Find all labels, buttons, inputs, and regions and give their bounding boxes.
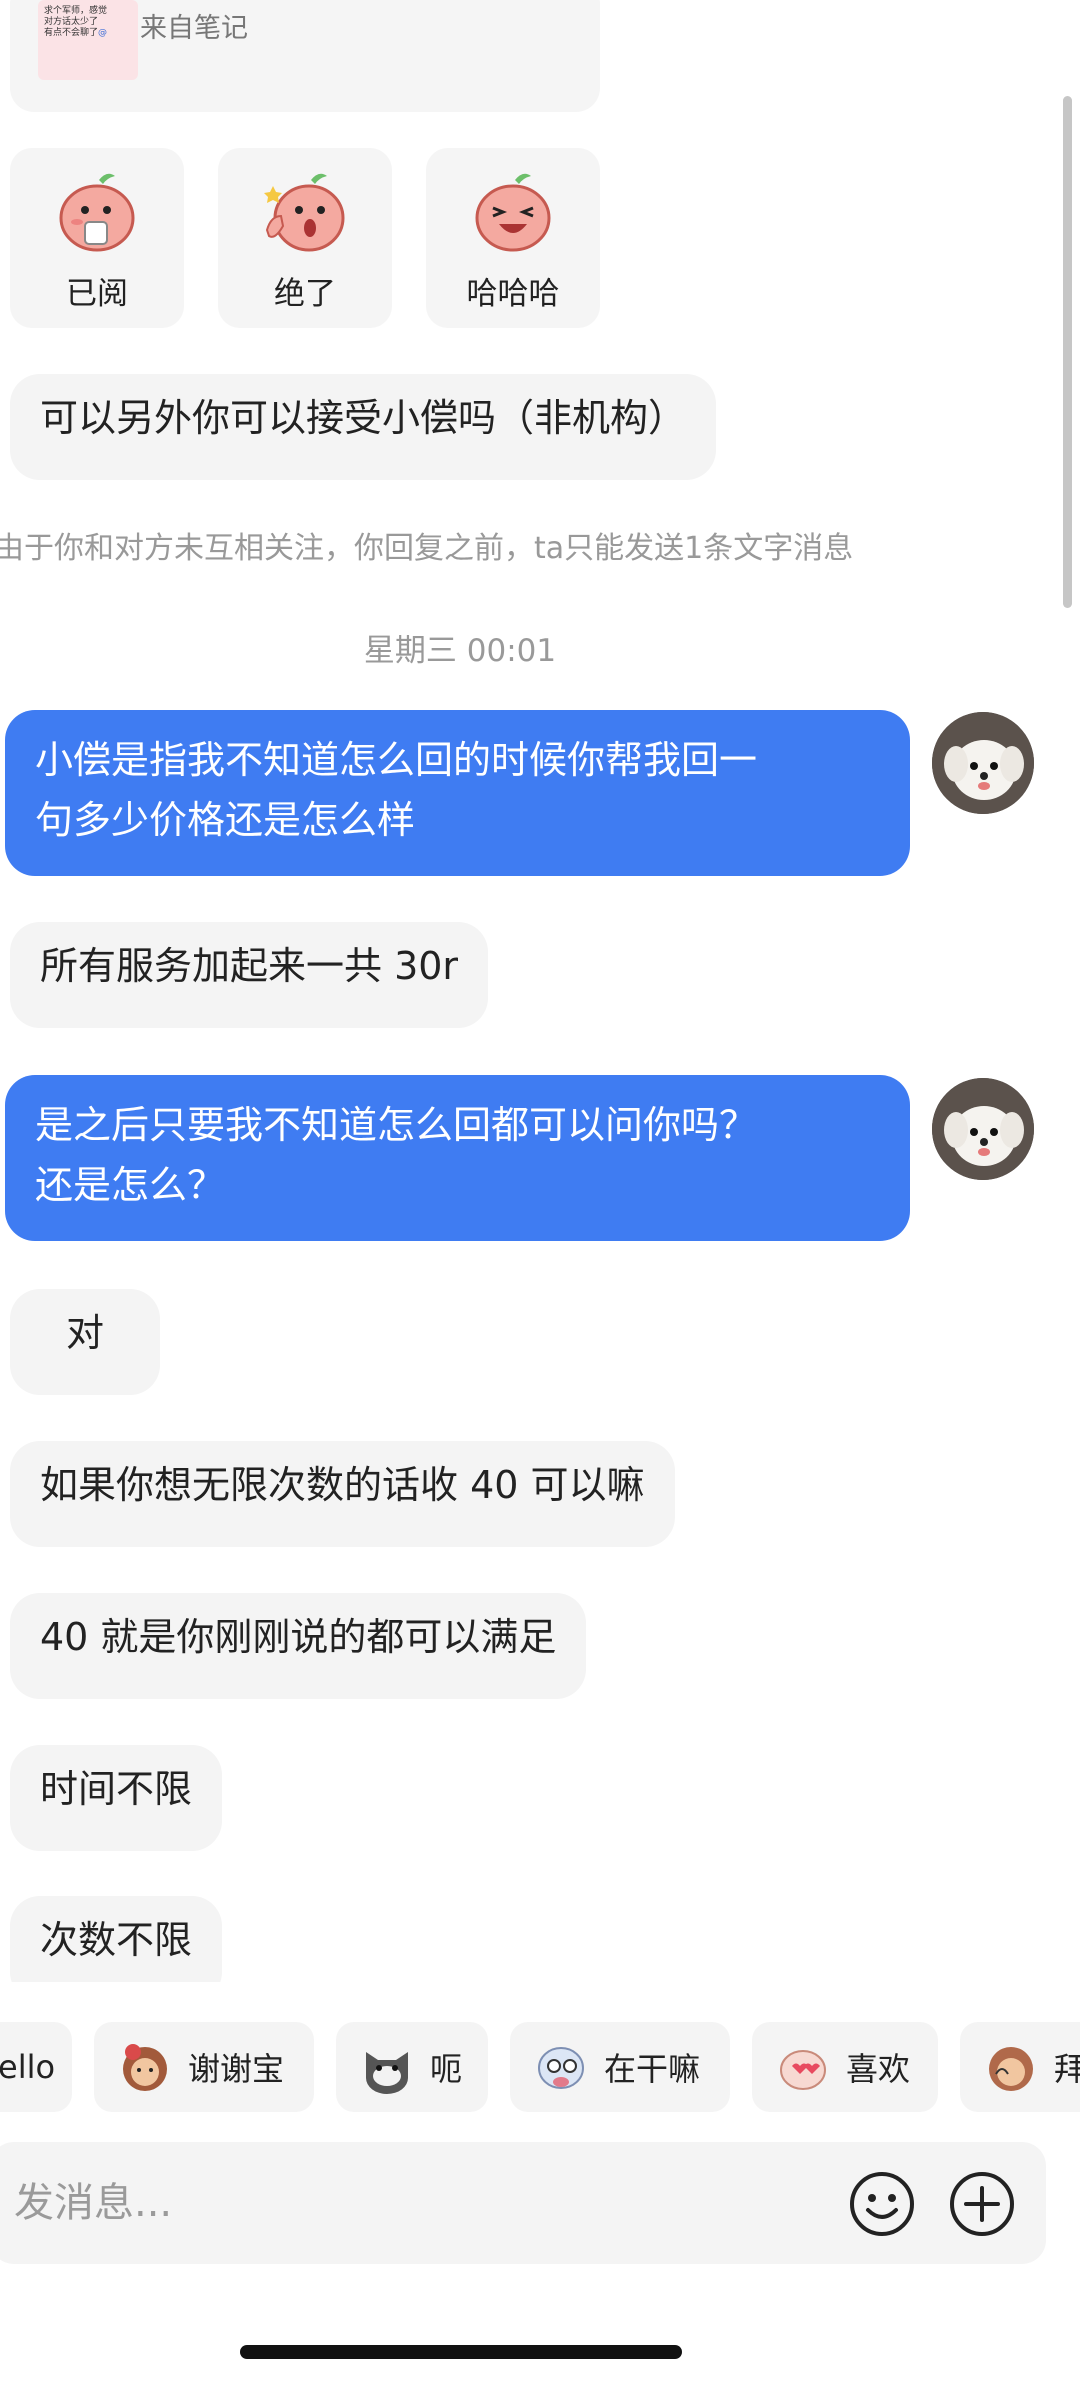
message-text: 次数不限 bbox=[40, 1918, 193, 1962]
puppy-avatar-icon bbox=[932, 712, 1034, 814]
message-composer bbox=[0, 2142, 1046, 2264]
quick-reply-chip[interactable]: 喜欢 bbox=[752, 2022, 938, 2112]
peach-thumbs-up-icon bbox=[264, 173, 345, 252]
message-bubble-incoming[interactable]: 次数不限 bbox=[10, 1896, 223, 1982]
peach-laughing-icon bbox=[475, 173, 551, 252]
sticker-label: 绝了 bbox=[274, 276, 336, 312]
quick-reply-chip[interactable]: ello bbox=[0, 2022, 72, 2112]
sticker-card-juele[interactable]: 绝了 bbox=[218, 148, 392, 328]
message-bubble-incoming[interactable]: 可以另外你可以接受小偿吗（非机构） bbox=[10, 374, 717, 480]
note-thumb-line: 求个军师，感觉 bbox=[44, 6, 108, 16]
quick-reply-chip[interactable]: 呃 bbox=[336, 2022, 488, 2112]
message-bubble-outgoing[interactable]: 是之后只要我不知道怎么回都可以问你吗？ 还是怎么？ bbox=[5, 1075, 910, 1241]
note-thumb-mention: @ bbox=[98, 28, 108, 38]
note-thumbnail: 求个军师，感觉 对方话太少了 有点不会聊了@ bbox=[38, 0, 138, 80]
chip-label: 拜 bbox=[1054, 2050, 1080, 2088]
message-bubble-incoming[interactable]: 对 bbox=[10, 1289, 161, 1395]
sticker-card-yiyue[interactable]: 已阅 bbox=[10, 148, 184, 328]
message-text: 40 就是你刚刚说的都可以满足 bbox=[40, 1615, 557, 1659]
plus-circle-icon[interactable] bbox=[948, 2170, 1016, 2238]
message-text-line: 小偿是指我不知道怎么回的时候你帮我回一 bbox=[35, 738, 758, 782]
quick-reply-chip[interactable]: 在干嘛 bbox=[510, 2022, 730, 2112]
scrollbar[interactable] bbox=[1063, 96, 1072, 608]
message-bubble-outgoing[interactable]: 小偿是指我不知道怎么回的时候你帮我回一 句多少价格还是怎么样 bbox=[5, 710, 910, 876]
quick-reply-chip[interactable]: 谢谢宝 bbox=[94, 2022, 314, 2112]
smiley-icon[interactable] bbox=[848, 2170, 916, 2238]
message-text: 时间不限 bbox=[40, 1767, 193, 1811]
user-avatar[interactable] bbox=[932, 712, 1034, 814]
chip-label: 呃 bbox=[430, 2050, 463, 2088]
note-thumb-line: 有点不会聊了@ bbox=[44, 28, 108, 38]
peeking-face-icon bbox=[538, 2047, 584, 2089]
user-avatar[interactable] bbox=[932, 1078, 1034, 1180]
chip-label: ello bbox=[0, 2048, 56, 2086]
note-thumb-line: 对方话太少了 bbox=[44, 17, 99, 27]
quick-reply-chip[interactable]: 拜 bbox=[960, 2022, 1080, 2112]
note-source-label: 来自笔记 bbox=[140, 13, 248, 44]
message-text: 可以另外你可以接受小偿吗（非机构） bbox=[40, 396, 687, 440]
message-input[interactable] bbox=[14, 2170, 794, 2236]
chip-label: 在干嘛 bbox=[604, 2050, 701, 2088]
note-share-card[interactable]: 求个军师，感觉 对方话太少了 有点不会聊了@ 来自笔记 bbox=[10, 0, 600, 112]
chip-label: 喜欢 bbox=[846, 2050, 911, 2088]
message-text-line: 句多少价格还是怎么样 bbox=[35, 798, 416, 842]
cat-face-icon bbox=[366, 2052, 408, 2094]
sticker-label: 哈哈哈 bbox=[466, 276, 560, 312]
message-bubble-incoming[interactable]: 时间不限 bbox=[10, 1745, 223, 1851]
quick-reply-bar: ello 谢谢宝 呃 在干嘛 喜欢 拜 bbox=[0, 2022, 1080, 2112]
system-notice: 由于你和对方未互相关注，你回复之前，ta只能发送1条文字消息 bbox=[0, 531, 854, 566]
message-text: 所有服务加起来一共 30r bbox=[40, 944, 459, 988]
chip-label: 谢谢宝 bbox=[188, 2050, 285, 2088]
sticker-card-hahaha[interactable]: 哈哈哈 bbox=[426, 148, 600, 328]
message-bubble-incoming[interactable]: 如果你想无限次数的话收 40 可以嘛 bbox=[10, 1441, 675, 1547]
peach-drinking-icon bbox=[59, 173, 135, 252]
message-bubble-incoming[interactable]: 所有服务加起来一共 30r bbox=[10, 922, 489, 1028]
home-indicator[interactable] bbox=[240, 2345, 682, 2359]
message-text-line: 是之后只要我不知道怎么回都可以问你吗？ bbox=[35, 1103, 758, 1147]
message-text-line: 还是怎么？ bbox=[35, 1163, 226, 1207]
timestamp-label: 星期三 00:01 bbox=[363, 633, 557, 669]
message-text: 对 bbox=[66, 1311, 105, 1355]
message-bubble-incoming[interactable]: 40 就是你刚刚说的都可以满足 bbox=[10, 1593, 587, 1699]
message-text: 如果你想无限次数的话收 40 可以嘛 bbox=[40, 1463, 645, 1507]
love-face-icon bbox=[780, 2050, 826, 2090]
thankful-face-icon bbox=[123, 2044, 167, 2091]
message-clip: 次数不限 bbox=[0, 1896, 1080, 1982]
bye-face-icon bbox=[989, 2047, 1033, 2091]
puppy-avatar-icon bbox=[932, 1078, 1034, 1180]
sticker-label: 已阅 bbox=[66, 276, 128, 312]
